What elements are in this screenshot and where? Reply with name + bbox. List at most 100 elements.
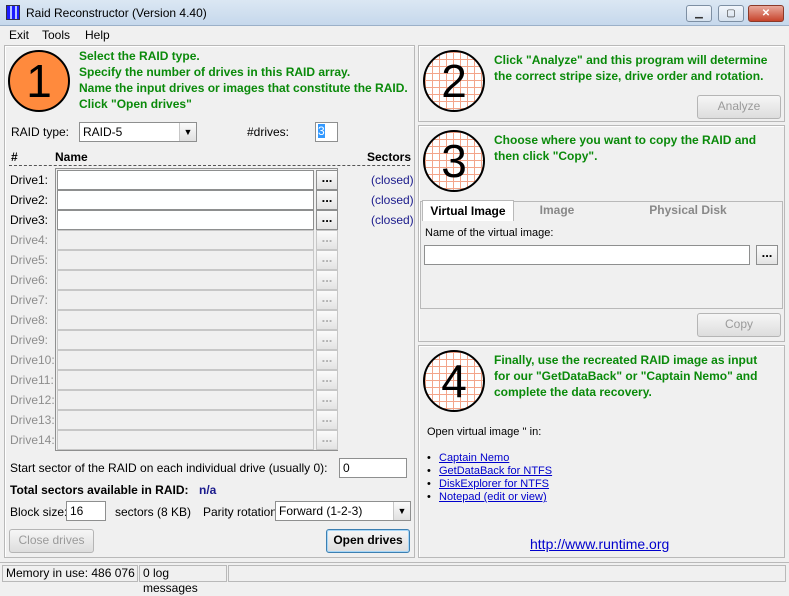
menu-exit[interactable]: Exit — [9, 28, 29, 42]
drive-name-input[interactable] — [57, 270, 314, 290]
copy-button[interactable]: Copy — [697, 313, 781, 337]
drive-label: Drive7: — [10, 293, 49, 307]
tab-strip: Virtual Image Image Physical Disk — [421, 200, 783, 222]
drive-label: Drive12: — [10, 393, 55, 407]
virtual-image-name-input[interactable] — [424, 245, 750, 265]
browse-drive-button[interactable]: ... — [316, 350, 338, 370]
drive-label: Drive13: — [10, 413, 55, 427]
drive-name-input[interactable] — [57, 430, 314, 450]
total-sectors-value: n/a — [199, 483, 217, 497]
raid-type-select[interactable]: RAID-5 ▼ — [79, 122, 197, 142]
block-size-input[interactable]: 16 — [66, 501, 106, 521]
drive-name-input[interactable] — [57, 190, 314, 210]
tab-physical-disk[interactable]: Physical Disk — [621, 200, 755, 220]
col-sectors-header: Sectors — [367, 150, 412, 164]
link-notepad[interactable]: Notepad (edit or view) — [439, 491, 547, 503]
browse-drive-button[interactable]: ... — [316, 370, 338, 390]
browse-drive-button[interactable]: ... — [316, 270, 338, 290]
close-button[interactable]: ✕ — [748, 5, 784, 22]
status-bar: Memory in use: 486 076 0 log messages — [0, 562, 789, 595]
drive-status: (closed) — [371, 193, 414, 207]
browse-drive-button[interactable]: ... — [316, 310, 338, 330]
analyze-button[interactable]: Analyze — [697, 95, 781, 119]
start-sector-label: Start sector of the RAID on each individ… — [10, 461, 328, 475]
link-diskexplorer-ntfs[interactable]: DiskExplorer for NTFS — [439, 478, 549, 490]
status-empty — [228, 565, 786, 582]
drive-label: Drive6: — [10, 273, 49, 287]
title-bar: Raid Reconstructor (Version 4.40) ▁ ▢ ✕ — [0, 0, 789, 26]
step4-instructions: Finally, use the recreated RAID image as… — [494, 353, 758, 399]
step1-instructions: Select the RAID type. Specify the number… — [79, 49, 408, 111]
drive-label: Drive9: — [10, 333, 49, 347]
step3-instructions: Choose where you want to copy the RAID a… — [494, 133, 757, 163]
tab-image[interactable]: Image — [517, 200, 597, 220]
drives-count-label: #drives: — [247, 125, 290, 139]
parity-rotation-label: Parity rotation: — [203, 505, 281, 519]
drive-name-input[interactable] — [57, 370, 314, 390]
drive-label: Drive2: — [10, 193, 49, 207]
browse-drive-button[interactable]: ... — [316, 170, 338, 190]
drive-label: Drive3: — [10, 213, 49, 227]
menu-help[interactable]: Help — [85, 28, 110, 42]
drive-name-input[interactable] — [57, 290, 314, 310]
memory-status: Memory in use: 486 076 — [2, 565, 138, 582]
drive-label: Drive1: — [10, 173, 49, 187]
block-size-unit: sectors (8 KB) — [115, 505, 192, 519]
maximize-button[interactable]: ▢ — [718, 5, 744, 22]
start-sector-input[interactable]: 0 — [339, 458, 407, 478]
browse-virtual-image-button[interactable]: ... — [756, 245, 778, 265]
step1-badge: 1 — [8, 50, 70, 112]
browse-drive-button[interactable]: ... — [316, 410, 338, 430]
drive-label: Drive14: — [10, 433, 55, 447]
drive-name-input[interactable] — [57, 210, 314, 230]
close-drives-button[interactable]: Close drives — [9, 529, 94, 553]
total-sectors-label: Total sectors available in RAID: — [10, 483, 189, 497]
drive-name-input[interactable] — [57, 250, 314, 270]
link-getdataback-ntfs[interactable]: GetDataBack for NTFS — [439, 465, 552, 477]
minimize-button[interactable]: ▁ — [686, 5, 712, 22]
step4-badge: 4 — [423, 350, 485, 412]
link-captain-nemo[interactable]: Captain Nemo — [439, 452, 509, 464]
browse-drive-button[interactable]: ... — [316, 250, 338, 270]
browse-drive-button[interactable]: ... — [316, 210, 338, 230]
browse-drive-button[interactable]: ... — [316, 430, 338, 450]
browse-drive-button[interactable]: ... — [316, 290, 338, 310]
log-status: 0 log messages — [139, 565, 227, 595]
website-link[interactable]: http://www.runtime.org — [530, 536, 669, 552]
step2-badge: 2 — [423, 50, 485, 112]
drive-label: Drive11: — [10, 373, 54, 387]
browse-drive-button[interactable]: ... — [316, 230, 338, 250]
drive-label: Drive8: — [10, 313, 49, 327]
col-num-header: # — [11, 150, 18, 164]
virtual-image-name-label: Name of the virtual image: — [425, 227, 554, 239]
chevron-down-icon: ▼ — [179, 123, 196, 141]
browse-drive-button[interactable]: ... — [316, 330, 338, 350]
menu-bar: Exit Tools Help — [0, 26, 789, 44]
drive-status: (closed) — [371, 173, 414, 187]
drive-name-input[interactable] — [57, 350, 314, 370]
drive-label: Drive4: — [10, 233, 49, 247]
drive-label: Drive10: — [10, 353, 55, 367]
window-title: Raid Reconstructor (Version 4.40) — [26, 6, 207, 20]
drive-name-input[interactable] — [57, 230, 314, 250]
chevron-down-icon: ▼ — [393, 502, 410, 520]
browse-drive-button[interactable]: ... — [316, 190, 338, 210]
step3-badge: 3 — [423, 130, 485, 192]
drive-name-input[interactable] — [57, 330, 314, 350]
drive-name-input[interactable] — [57, 170, 314, 190]
header-divider — [9, 165, 410, 166]
open-drives-button[interactable]: Open drives — [326, 529, 410, 553]
drive-label: Drive5: — [10, 253, 49, 267]
drives-count-input[interactable]: 3 — [315, 122, 338, 142]
menu-tools[interactable]: Tools — [42, 28, 70, 42]
tab-virtual-image[interactable]: Virtual Image — [422, 200, 514, 222]
browse-drive-button[interactable]: ... — [316, 390, 338, 410]
block-size-label: Block size: — [10, 505, 68, 519]
drive-status: (closed) — [371, 213, 414, 227]
app-icon — [6, 5, 20, 20]
drive-name-input[interactable] — [57, 410, 314, 430]
parity-rotation-select[interactable]: Forward (1-2-3) ▼ — [275, 501, 411, 521]
drive-name-input[interactable] — [57, 390, 314, 410]
open-virtual-image-label: Open virtual image '' in: — [427, 426, 542, 438]
drive-name-input[interactable] — [57, 310, 314, 330]
